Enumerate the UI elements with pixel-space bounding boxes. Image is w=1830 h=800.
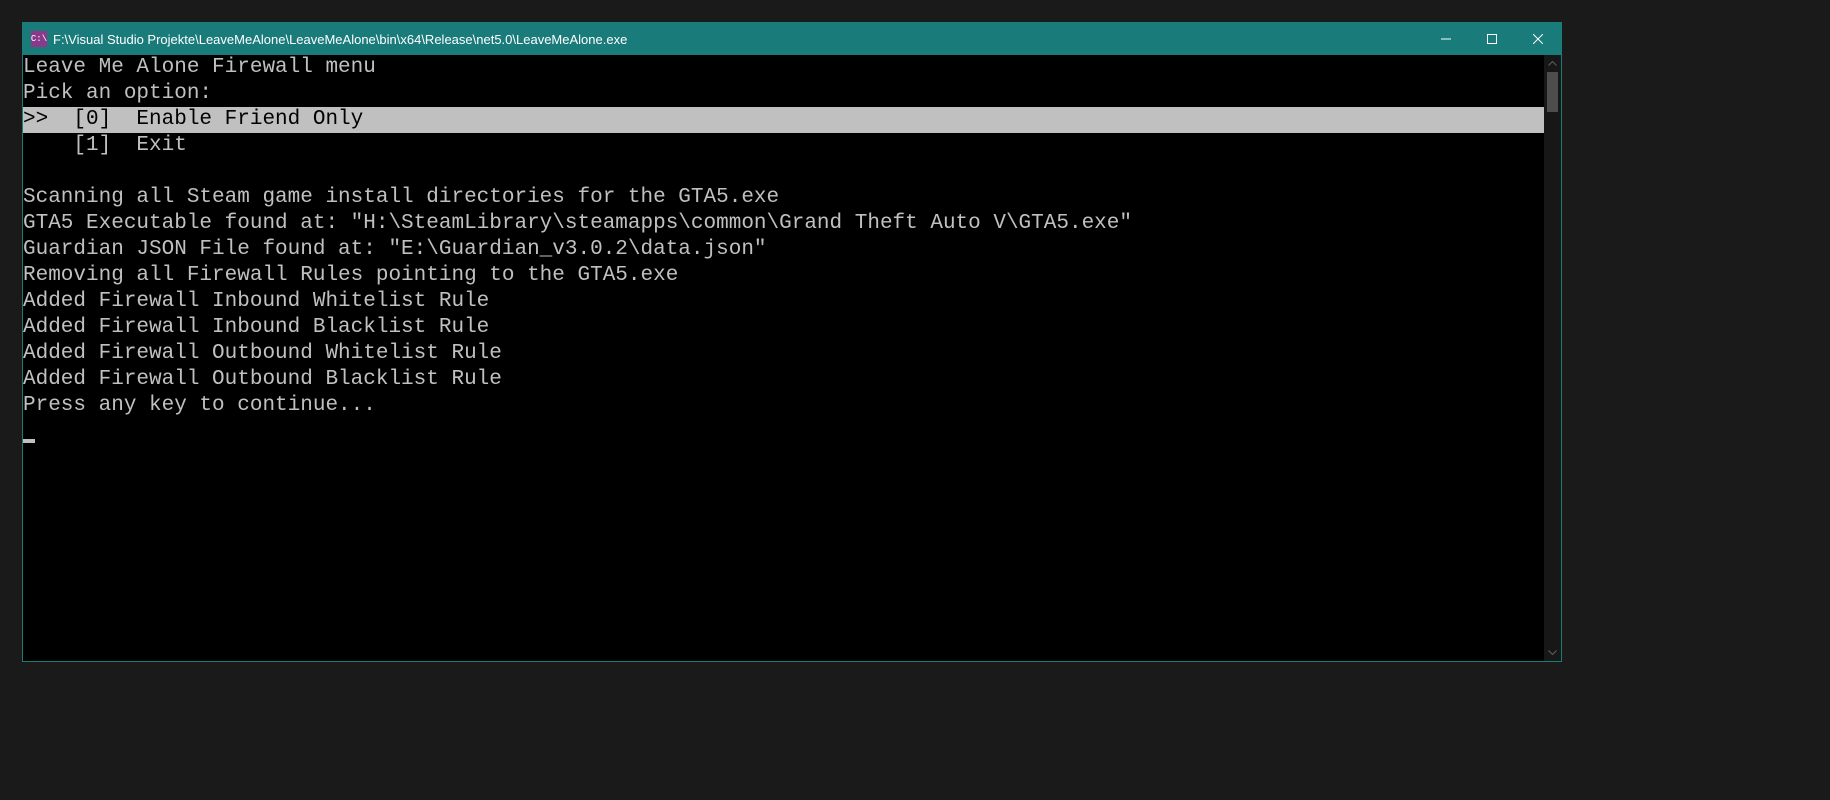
maximize-icon: [1487, 34, 1497, 44]
console-line: Guardian JSON File found at: "E:\Guardia…: [23, 237, 1544, 263]
console-line: Leave Me Alone Firewall menu: [23, 55, 1544, 81]
chevron-up-icon: [1548, 61, 1557, 66]
console-line: Added Firewall Inbound Blacklist Rule: [23, 315, 1544, 341]
chevron-down-icon: [1548, 650, 1557, 655]
cursor-line: [23, 419, 1544, 445]
app-icon: C:\: [31, 31, 47, 47]
console-line: Scanning all Steam game install director…: [23, 185, 1544, 211]
console-line: GTA5 Executable found at: "H:\SteamLibra…: [23, 211, 1544, 237]
minimize-button[interactable]: [1423, 23, 1469, 55]
console-line: >> [0] Enable Friend Only: [23, 107, 1544, 133]
scrollbar-track[interactable]: [1544, 72, 1561, 644]
console-window: C:\ F:\Visual Studio Projekte\LeaveMeAlo…: [22, 22, 1562, 662]
close-icon: [1533, 34, 1543, 44]
scrollbar-up-arrow[interactable]: [1544, 55, 1561, 72]
console-line: Added Firewall Inbound Whitelist Rule: [23, 289, 1544, 315]
window-controls: [1423, 23, 1561, 55]
minimize-icon: [1441, 34, 1451, 44]
console-line: [1] Exit: [23, 133, 1544, 159]
window-title: F:\Visual Studio Projekte\LeaveMeAlone\L…: [53, 32, 1423, 47]
console-line: Added Firewall Outbound Blacklist Rule: [23, 367, 1544, 393]
scrollbar-thumb[interactable]: [1547, 72, 1558, 112]
console-line: Pick an option:: [23, 81, 1544, 107]
console-body: Leave Me Alone Firewall menuPick an opti…: [23, 55, 1561, 661]
scrollbar[interactable]: [1544, 55, 1561, 661]
console-line: Press any key to continue...: [23, 393, 1544, 419]
scrollbar-down-arrow[interactable]: [1544, 644, 1561, 661]
console-content[interactable]: Leave Me Alone Firewall menuPick an opti…: [23, 55, 1544, 661]
console-line: [23, 159, 1544, 185]
titlebar[interactable]: C:\ F:\Visual Studio Projekte\LeaveMeAlo…: [23, 23, 1561, 55]
cursor: [23, 439, 35, 443]
console-line: Added Firewall Outbound Whitelist Rule: [23, 341, 1544, 367]
console-line: Removing all Firewall Rules pointing to …: [23, 263, 1544, 289]
maximize-button[interactable]: [1469, 23, 1515, 55]
close-button[interactable]: [1515, 23, 1561, 55]
